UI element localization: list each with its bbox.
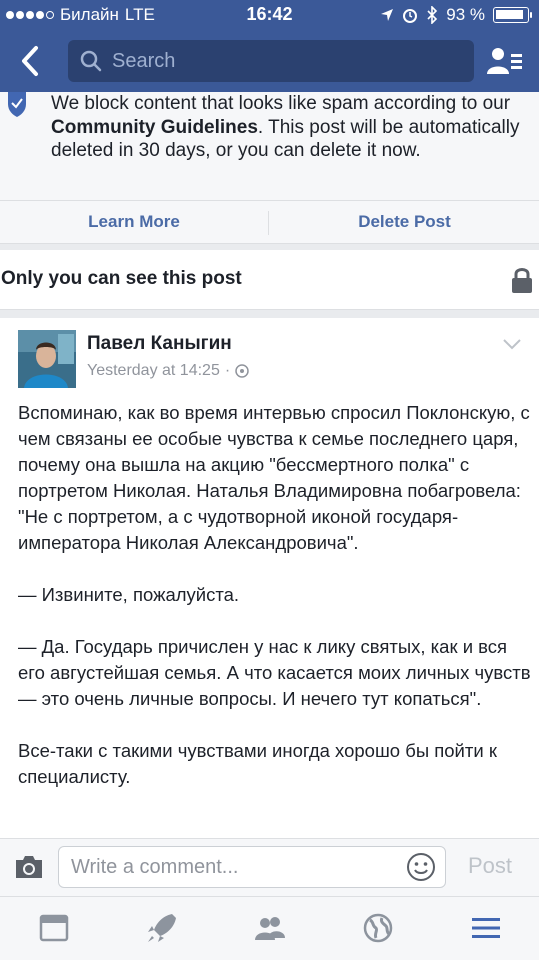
meta-separator: · [224, 362, 231, 379]
app-screen: Билайн LTE 16:42 93 % Search We block co… [0, 0, 539, 960]
rocket-icon[interactable] [146, 912, 178, 944]
notice-text-before: We block content that looks like spam ac… [51, 93, 511, 114]
author-name[interactable]: Павел Каныгин [87, 333, 232, 355]
lock-icon [512, 268, 532, 293]
sticker-smiley-icon[interactable] [406, 852, 436, 882]
avatar-photo [18, 330, 76, 388]
menu-icon[interactable] [470, 912, 502, 944]
shield-icon [8, 92, 26, 117]
search-icon [80, 50, 102, 72]
battery-icon [493, 7, 532, 23]
status-right: 93 % [380, 5, 532, 25]
bluetooth-icon [427, 6, 438, 24]
location-arrow-icon [381, 9, 394, 21]
actions-divider [268, 211, 269, 235]
post-body: Вспоминаю, как во время интервью спросил… [18, 400, 533, 816]
status-bar: Билайн LTE 16:42 93 % [0, 0, 539, 30]
post-timestamp[interactable]: Yesterday at 14:25 [87, 362, 220, 380]
author-avatar[interactable] [18, 330, 76, 388]
notice-actions: Learn More Delete Post [0, 200, 539, 244]
friends-icon[interactable] [254, 912, 286, 944]
spam-notice-text: We block content that looks like spam ac… [51, 92, 529, 163]
friend-requests-icon[interactable] [487, 46, 523, 76]
camera-icon[interactable] [14, 854, 44, 880]
post-paragraph: — Да. Государь причислен у нас к лику св… [18, 636, 531, 709]
top-navigation-bar: Билайн LTE 16:42 93 % [0, 0, 539, 92]
alarm-icon [403, 9, 418, 23]
globe-notifications-icon[interactable] [362, 912, 394, 944]
privacy-only-me-icon [235, 364, 249, 378]
post-paragraph: Вспоминаю, как во время интервью спросил… [18, 402, 530, 553]
chevron-down-icon[interactable] [503, 338, 521, 350]
back-arrow-icon[interactable] [16, 44, 46, 78]
search-bar[interactable] [68, 40, 474, 82]
delete-post-button[interactable]: Delete Post [270, 201, 539, 245]
post-comment-button[interactable]: Post [468, 853, 512, 879]
search-input[interactable] [112, 49, 452, 73]
learn-more-button[interactable]: Learn More [0, 201, 268, 245]
battery-percentage: 93 % [446, 5, 485, 24]
post-paragraph: Все-таки с такими чувствами иногда хорош… [18, 740, 497, 787]
news-feed-icon[interactable] [38, 912, 70, 944]
community-guidelines-link[interactable]: Community Guidelines [51, 117, 258, 138]
post-paragraph: — Извините, пожалуйста. [18, 584, 240, 605]
post-meta: Yesterday at 14:25 · [87, 362, 249, 380]
privacy-label: Only you can see this post [1, 268, 242, 289]
comment-input[interactable] [58, 846, 446, 888]
privacy-banner: Only you can see this post [0, 250, 539, 310]
